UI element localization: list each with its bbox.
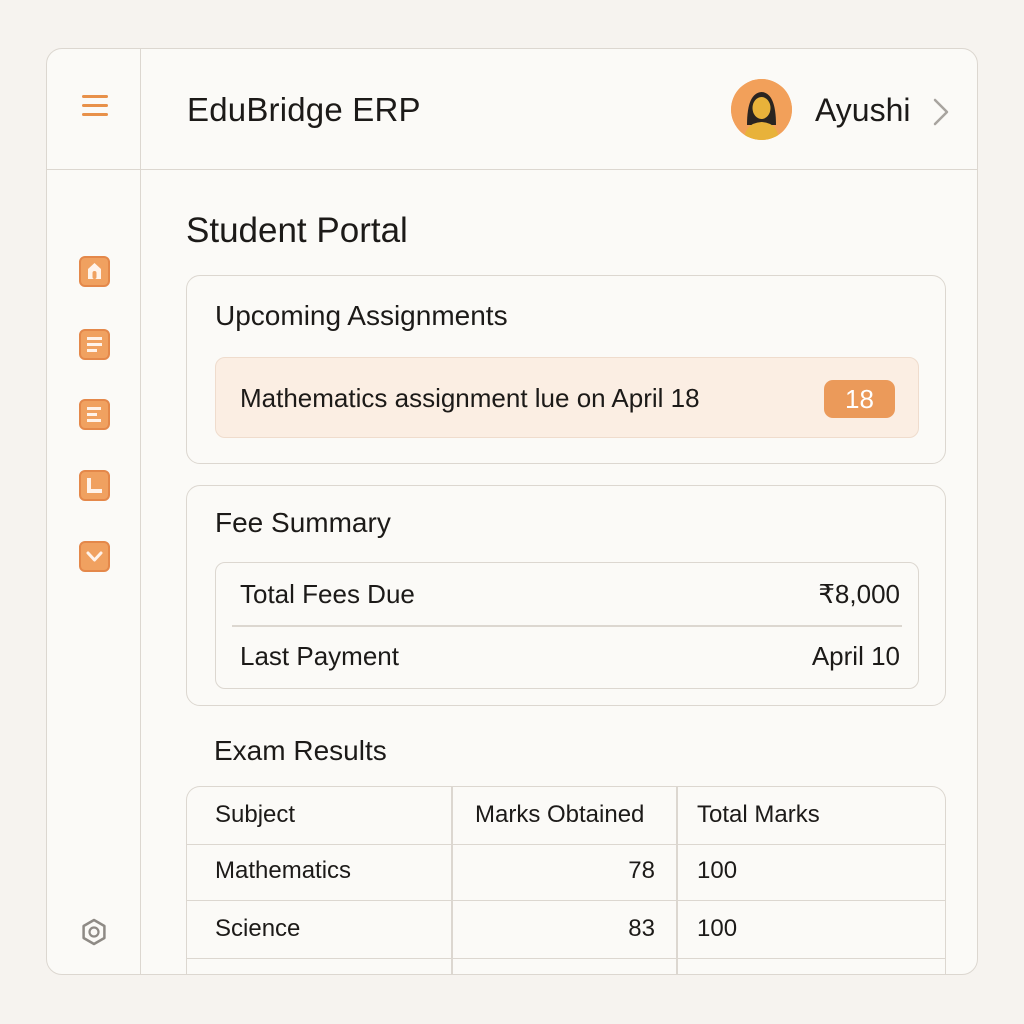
fee-value: ₹8,000 <box>818 579 900 609</box>
sidebar-item-more[interactable] <box>79 541 110 572</box>
column-header: Marks Obtained <box>475 801 645 828</box>
user-name[interactable]: Ayushi <box>815 92 910 129</box>
sidebar-item-grid[interactable] <box>79 470 110 501</box>
total-cell: 100 <box>697 915 738 942</box>
assignments-title: Upcoming Assignments <box>215 300 508 331</box>
fee-summary-title: Fee Summary <box>215 507 391 538</box>
marks-cell: 78 <box>628 857 655 884</box>
subject-cell: Mathematics <box>215 857 352 884</box>
avatar[interactable] <box>731 79 792 140</box>
fee-row-total: Total Fees Due ₹8,000 <box>216 563 918 625</box>
exam-results-table: Subject Marks Obtained Total Marks Mathe… <box>186 786 946 974</box>
list-icon <box>87 407 101 422</box>
exam-results-title: Exam Results <box>214 735 387 766</box>
menu-icon[interactable] <box>82 95 108 117</box>
fee-label: Last Payment <box>240 641 399 671</box>
user-avatar-icon <box>731 79 792 140</box>
fee-summary-card: Fee Summary Total Fees Due ₹8,000 Last P… <box>186 485 946 706</box>
assignment-text: Mathematics assignment lue on April 18 <box>240 383 700 413</box>
page-title: Student Portal <box>186 211 408 250</box>
table-row: Mathematics 78 100 <box>187 843 945 901</box>
fee-row-last-payment: Last Payment April 10 <box>216 625 918 687</box>
total-cell: 100 <box>697 857 738 884</box>
subject-cell: Science <box>215 915 301 942</box>
table-header-row: Subject Marks Obtained Total Marks <box>187 787 945 845</box>
settings-icon[interactable] <box>79 917 109 947</box>
column-header: Subject <box>215 801 296 828</box>
assignments-card: Upcoming Assignments Mathematics assignm… <box>186 275 946 464</box>
top-header: EduBridge ERP Ayushi <box>141 49 977 170</box>
chevron-right-icon[interactable] <box>931 97 951 127</box>
app-title: EduBridge ERP <box>187 91 421 128</box>
sidebar <box>47 49 141 974</box>
marks-cell: 83 <box>628 915 655 942</box>
home-icon <box>88 263 101 279</box>
fee-label: Total Fees Due <box>240 579 415 609</box>
column-header: Total Marks <box>697 801 820 828</box>
sidebar-header <box>47 49 141 170</box>
app-window: EduBridge ERP Ayushi Student Portal Upco… <box>46 48 978 975</box>
due-date-badge: 18 <box>824 380 895 418</box>
fee-details: Total Fees Due ₹8,000 Last Payment April… <box>215 562 919 689</box>
grid-icon <box>87 478 102 493</box>
sidebar-item-list[interactable] <box>79 399 110 430</box>
assignment-item[interactable]: Mathematics assignment lue on April 18 1… <box>215 357 919 438</box>
fee-value: April 10 <box>811 641 900 671</box>
sidebar-item-home[interactable] <box>79 256 110 287</box>
table-row: Science 83 100 <box>187 901 945 959</box>
chevron-down-icon <box>86 551 103 562</box>
document-icon <box>87 337 102 352</box>
sidebar-item-documents[interactable] <box>79 329 110 360</box>
